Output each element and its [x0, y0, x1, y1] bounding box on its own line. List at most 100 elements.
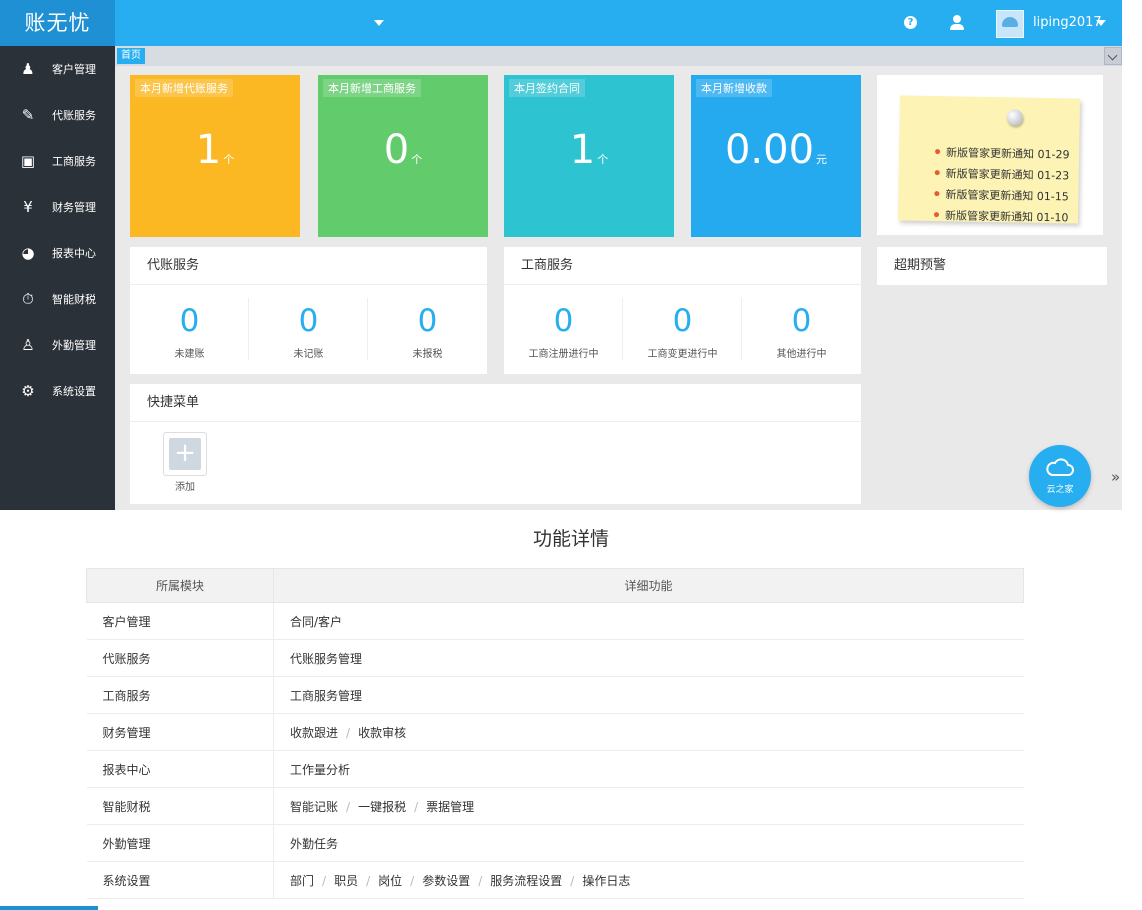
stat-card-unit: 元 [816, 153, 828, 166]
sidebar-item-label: 代账服务 [52, 109, 96, 122]
menu-toggle-caret-icon[interactable] [370, 15, 390, 31]
stat-card-receipts[interactable]: 本月新增收款 0.00 元 [691, 75, 861, 237]
module-cell: 外勤管理 [86, 824, 274, 862]
username[interactable]: liping2017 [1033, 15, 1102, 30]
counter-value: 0 [179, 303, 200, 339]
user-icon[interactable] [947, 13, 967, 33]
cloud-home-button[interactable]: 云之家 [1029, 445, 1091, 507]
stat-card-title: 本月新增代账服务 [135, 79, 233, 97]
feature-link[interactable]: 收款跟进 [290, 726, 338, 740]
notice-item[interactable]: 新版管家更新通知 01-15 [934, 186, 1069, 204]
counter-value: 0 [791, 303, 812, 339]
avatar[interactable] [996, 10, 1024, 38]
counter-unbooked[interactable]: 0 未建账 [130, 285, 249, 374]
cloud-label: 云之家 [1046, 485, 1074, 495]
separator: / [414, 799, 419, 814]
features-cell: 智能记账 / 一键报税 / 票据管理 [273, 787, 1024, 825]
table-row: 工商服务 工商服务管理 [86, 676, 1024, 714]
person-pin-icon: ♙ [21, 336, 35, 354]
counter-registration[interactable]: 0 工商注册进行中 [504, 285, 623, 374]
panel-title: 超期预警 [894, 258, 947, 273]
stat-card-contracts[interactable]: 本月签约合同 1个 [504, 75, 674, 237]
quick-menu-panel: 快捷菜单 + 添加 [130, 384, 861, 504]
stat-card-unit: 个 [597, 153, 609, 166]
table-header-features: 详细功能 [273, 568, 1024, 603]
separator: / [346, 799, 351, 814]
user-menu-caret-icon[interactable] [1096, 20, 1106, 26]
sidebar-item-label: 外勤管理 [52, 339, 96, 352]
plus-icon: + [174, 438, 196, 468]
feature-link[interactable]: 工作量分析 [290, 763, 350, 777]
sidebar-item-smart-tax[interactable]: ⏱ 智能财税 [0, 276, 115, 322]
module-cell: 财务管理 [86, 713, 274, 751]
stat-card-new-business[interactable]: 本月新增工商服务 0个 [318, 75, 488, 237]
sidebar-item-reports[interactable]: ◕ 报表中心 [0, 230, 115, 276]
feature-link[interactable]: 代账服务管理 [290, 652, 362, 666]
sidebar-item-finance[interactable]: ¥ 财务管理 [0, 184, 115, 230]
counter-change[interactable]: 0 工商变更进行中 [623, 285, 742, 374]
counter-value: 0 [672, 303, 693, 339]
expand-arrows-icon[interactable]: » [1111, 468, 1120, 486]
tab-home[interactable]: 首页 [117, 48, 145, 64]
feature-link[interactable]: 部门 [290, 874, 314, 888]
briefcase-icon: ▣ [20, 152, 36, 170]
feature-link[interactable]: 一键报税 [358, 800, 406, 814]
feature-link[interactable]: 收款审核 [358, 726, 406, 740]
sidebar-item-bookkeeping[interactable]: ✎ 代账服务 [0, 92, 115, 138]
module-cell: 客户管理 [86, 602, 274, 640]
feature-link[interactable]: 操作日志 [582, 874, 630, 888]
feature-link[interactable]: 工商服务管理 [290, 689, 362, 703]
app-logo[interactable]: 账无忧 [0, 0, 115, 46]
feature-link[interactable]: 岗位 [378, 874, 402, 888]
add-shortcut-button[interactable]: + [163, 432, 207, 476]
feature-link[interactable]: 服务流程设置 [490, 874, 562, 888]
gear-icon: ⚙ [21, 382, 35, 400]
panel-title: 工商服务 [504, 247, 861, 285]
notice-item[interactable]: 新版管家更新通知 01-29 [935, 144, 1070, 162]
table-row: 外勤管理 外勤任务 [86, 824, 1024, 862]
stat-card-unit: 个 [223, 153, 235, 166]
stopwatch-icon: ⏱ [22, 290, 34, 308]
app-window: 账无忧 ? liping2017 ♟ 客户管理 ✎ 代账服务 ▣ 工商服务 ¥ … [0, 0, 1122, 510]
details-title: 功能详情 [532, 528, 609, 550]
feature-link[interactable]: 智能记账 [290, 800, 338, 814]
add-shortcut-label: 添加 [175, 482, 195, 493]
sidebar-item-label: 系统设置 [52, 385, 96, 398]
counter-other[interactable]: 0 其他进行中 [742, 285, 861, 374]
sidebar: ♟ 客户管理 ✎ 代账服务 ▣ 工商服务 ¥ 财务管理 ◕ 报表中心 ⏱ 智能财… [0, 46, 115, 510]
separator: / [410, 873, 415, 888]
feature-link[interactable]: 合同/客户 [290, 615, 342, 629]
sidebar-item-label: 智能财税 [52, 293, 96, 306]
sidebar-item-settings[interactable]: ⚙ 系统设置 [0, 368, 115, 414]
feature-link[interactable]: 票据管理 [426, 800, 474, 814]
sidebar-item-field-work[interactable]: ♙ 外勤管理 [0, 322, 115, 368]
pen-icon: ✎ [21, 106, 35, 124]
features-cell: 收款跟进 / 收款审核 [273, 713, 1024, 751]
sidebar-item-customers[interactable]: ♟ 客户管理 [0, 46, 115, 92]
module-cell: 系统设置 [86, 861, 274, 899]
module-cell: 报表中心 [86, 750, 274, 788]
notice-item[interactable]: 新版管家更新通知 01-23 [934, 165, 1070, 183]
table-header-module: 所属模块 [86, 568, 274, 603]
tab-bar: 首页 [115, 46, 1122, 66]
counter-unrecorded[interactable]: 0 未记账 [249, 285, 368, 374]
notice-item[interactable]: 新版管家更新通知 01-10 [933, 207, 1069, 225]
counter-label: 未建账 [174, 349, 205, 360]
sidebar-item-label: 客户管理 [52, 63, 96, 76]
stat-card-title: 本月签约合同 [509, 79, 585, 97]
sidebar-item-business[interactable]: ▣ 工商服务 [0, 138, 115, 184]
stat-card-new-bookkeeping[interactable]: 本月新增代账服务 1个 [130, 75, 300, 237]
counter-unfiled[interactable]: 0 未报税 [368, 285, 487, 374]
features-cell: 外勤任务 [273, 824, 1024, 862]
features-cell: 工商服务管理 [273, 676, 1024, 714]
counter-value: 0 [298, 303, 319, 339]
feature-link[interactable]: 参数设置 [422, 874, 470, 888]
feature-link[interactable]: 职员 [334, 874, 358, 888]
stat-card-value: 0.00 [724, 127, 815, 173]
counter-label: 工商注册进行中 [528, 349, 599, 360]
stat-card-title: 本月新增收款 [696, 79, 772, 97]
chevron-down-icon[interactable] [1104, 47, 1122, 65]
counter-value: 0 [417, 303, 438, 339]
feature-link[interactable]: 外勤任务 [290, 837, 338, 851]
help-icon[interactable]: ? [901, 13, 921, 33]
